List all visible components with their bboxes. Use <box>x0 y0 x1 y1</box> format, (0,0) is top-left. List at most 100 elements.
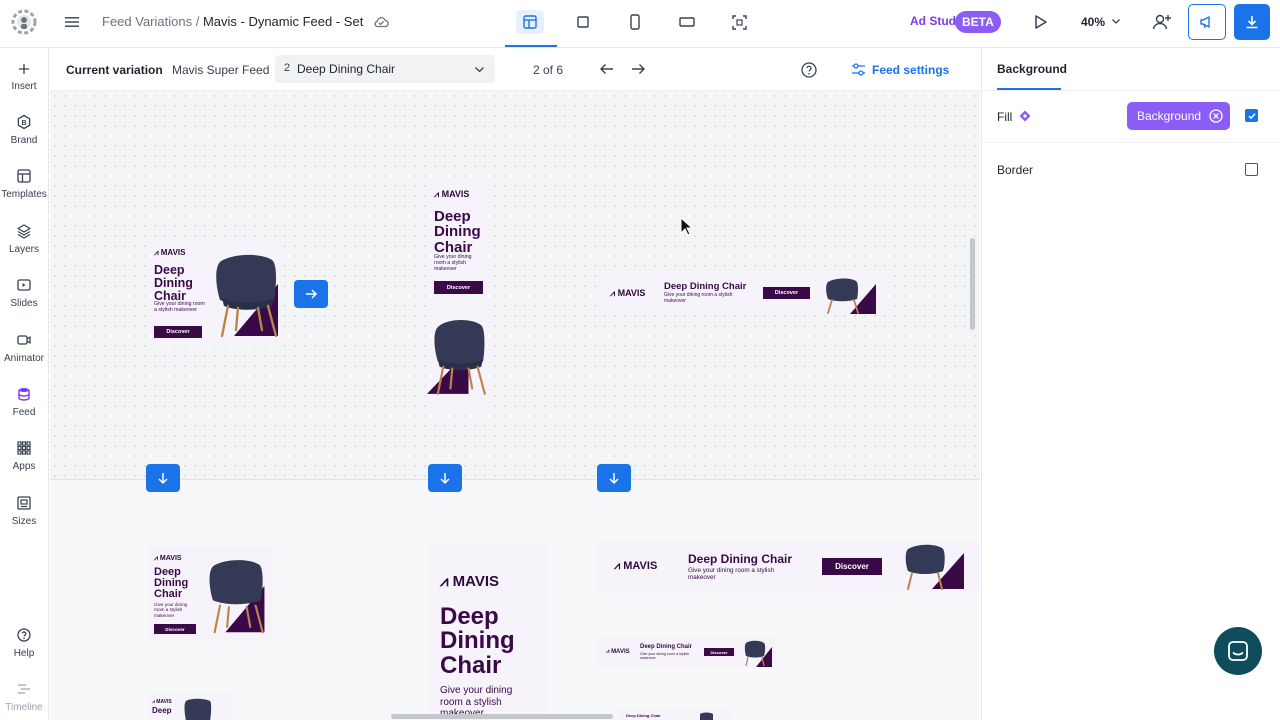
top-bar: Feed Variations / Mavis - Dynamic Feed -… <box>0 0 1280 48</box>
cloud-saved-icon <box>374 17 389 28</box>
ad-subtitle: Give your dining room a stylish makeover <box>688 567 775 582</box>
hamburger-menu-icon[interactable] <box>62 12 82 32</box>
border-checkbox[interactable] <box>1245 163 1258 176</box>
ad-preview-medium-rectangle[interactable]: ⩘ MAVIS Deep Dining Chair Give your dining… <box>148 238 282 346</box>
view-mobile-button[interactable] <box>621 10 649 34</box>
view-fit-button[interactable] <box>725 10 753 34</box>
ad-preview-partial-banner[interactable]: Deep Dining Chair <box>618 709 730 720</box>
chevron-down-icon[interactable] <box>1111 16 1121 26</box>
sidebar-item-help[interactable]: Help <box>0 627 48 659</box>
chair-image <box>700 712 713 720</box>
apps-icon <box>17 441 31 455</box>
sidebar-item-label: Apps <box>12 461 36 472</box>
sidebar-item-timeline[interactable]: Timeline <box>0 681 48 713</box>
animator-icon <box>17 335 31 345</box>
fill-background-chip[interactable]: Background <box>1127 102 1230 130</box>
ad-logo: ⩘ MAVIS <box>152 699 172 705</box>
ad-preview-partial[interactable]: ⩘ MAVIS Deep <box>148 695 232 720</box>
chair-image <box>826 278 876 314</box>
divider <box>982 90 1280 91</box>
ad-logo: ⩘ MAVIS <box>606 649 630 655</box>
sidebar-item-label: Sizes <box>11 516 37 527</box>
ad-logo: ⩘ MAVIS <box>434 189 470 199</box>
ad-title: Deep Dining Chair <box>640 644 693 650</box>
chat-support-button[interactable] <box>1214 627 1262 675</box>
active-view-indicator <box>505 45 557 47</box>
ad-cta-button: Discover <box>154 326 202 338</box>
sidebar-item-animator[interactable]: Animator <box>0 332 48 364</box>
chair-image <box>427 319 486 395</box>
expand-right-button[interactable] <box>294 280 328 308</box>
tab-background[interactable]: Background <box>997 62 1067 76</box>
horizontal-scrollbar[interactable] <box>391 714 613 719</box>
chevron-down-icon <box>475 67 484 73</box>
current-variation-label: Current variation <box>66 63 163 77</box>
feed-settings-label: Feed settings <box>872 62 950 77</box>
feed-settings-button[interactable]: Feed settings <box>851 62 949 77</box>
view-all-sizes-button[interactable] <box>516 10 544 34</box>
plus-icon <box>19 64 29 74</box>
checkmark-icon <box>1247 112 1256 119</box>
sidebar-item-apps[interactable]: Apps <box>0 440 48 472</box>
sizes-icon <box>17 496 31 510</box>
vertical-scrollbar[interactable] <box>970 238 975 330</box>
play-preview-icon[interactable] <box>1030 12 1050 32</box>
arrow-right-icon[interactable] <box>629 60 647 78</box>
breadcrumb-current[interactable]: Mavis - Dynamic Feed - Set <box>203 14 363 29</box>
ad-preview-rectangle-variant[interactable]: ⩘ MAVIS Deep Dining Chair Give your dining… <box>148 546 272 640</box>
ad-logo: ⩘ MAVIS <box>610 288 646 298</box>
ad-preview-large-portrait[interactable]: ⩘ MAVIS Deep Dining Chair Give your dining… <box>430 545 548 720</box>
expand-down-button[interactable] <box>146 464 180 492</box>
variation-select[interactable]: 2 Deep Dining Chair <box>275 55 495 83</box>
app-logo-icon[interactable] <box>8 6 40 38</box>
remove-circle-icon[interactable] <box>1209 109 1223 123</box>
sidebar-item-insert[interactable]: Insert <box>0 62 48 92</box>
sidebar-item-brand[interactable]: B Brand <box>0 114 48 146</box>
view-square-button[interactable] <box>569 10 597 34</box>
breadcrumb: Feed Variations / Mavis - Dynamic Feed -… <box>102 14 363 29</box>
chair-image <box>184 698 212 720</box>
ad-logo: ⩘ MAVIS <box>154 248 186 257</box>
ad-subtitle: Give your dining room a stylish makeover <box>154 602 188 618</box>
publish-button[interactable] <box>1188 4 1226 40</box>
sidebar-item-slides[interactable]: Slides <box>0 277 48 309</box>
fill-checkbox[interactable] <box>1245 109 1258 122</box>
ad-logo: ⩘ MAVIS <box>154 555 182 562</box>
view-landscape-button[interactable] <box>673 10 701 34</box>
landscape-icon <box>679 17 695 27</box>
help-circle-icon[interactable] <box>800 61 818 79</box>
expand-down-button[interactable] <box>428 464 462 492</box>
sidebar-item-layers[interactable]: Layers <box>0 223 48 255</box>
design-canvas[interactable]: ⩘ MAVIS Deep Dining Chair Give your dining… <box>50 91 980 720</box>
arrow-down-icon <box>609 473 619 485</box>
ad-preview-leaderboard[interactable]: ⩘ MAVIS Deep Dining Chair Give your dini… <box>598 274 890 314</box>
add-user-icon[interactable] <box>1151 11 1173 33</box>
sidebar-item-feed[interactable]: Feed <box>0 386 48 418</box>
sidebar-item-templates[interactable]: Templates <box>0 168 48 200</box>
ad-subtitle: Give your dining room a stylish makeover <box>434 254 472 272</box>
arrow-left-icon[interactable] <box>598 60 616 78</box>
ad-title: Deep Dining Chair <box>688 552 793 566</box>
left-sidebar: Insert B Brand Templates Layers Slides A… <box>0 48 49 720</box>
zoom-level[interactable]: 40% <box>1081 15 1105 29</box>
chat-icon <box>1228 641 1248 661</box>
ad-subtitle: Give your dining room a stylish makeover <box>640 652 690 661</box>
ad-preview-large-leaderboard[interactable]: ⩘ MAVIS Deep Dining Chair Give your dini… <box>598 543 980 591</box>
breadcrumb-parent[interactable]: Feed Variations <box>102 14 192 29</box>
templates-icon <box>17 169 31 183</box>
expand-down-button[interactable] <box>597 464 631 492</box>
variation-count: 2 of 6 <box>533 63 564 77</box>
ad-preview-skyscraper[interactable]: ⩘ MAVIS Deep Dining Chair Give your dining… <box>427 178 492 414</box>
ad-logo: ⩘ MAVIS <box>440 573 500 590</box>
fill-chip-label: Background <box>1137 109 1202 123</box>
ad-title: Deep <box>152 706 172 715</box>
ad-title: Deep Dining Chair <box>154 566 189 601</box>
sidebar-item-sizes[interactable]: Sizes <box>0 495 48 527</box>
download-button[interactable] <box>1234 4 1270 40</box>
ad-preview-mobile-banner[interactable]: ⩘ MAVIS Deep Dining Chair Give your dini… <box>598 639 776 667</box>
canvas-divider <box>50 479 980 480</box>
mobile-icon <box>630 14 640 30</box>
sidebar-item-label: Insert <box>11 81 37 92</box>
ad-title: Deep Dining Chair <box>626 713 661 718</box>
layers-icon <box>17 224 31 239</box>
